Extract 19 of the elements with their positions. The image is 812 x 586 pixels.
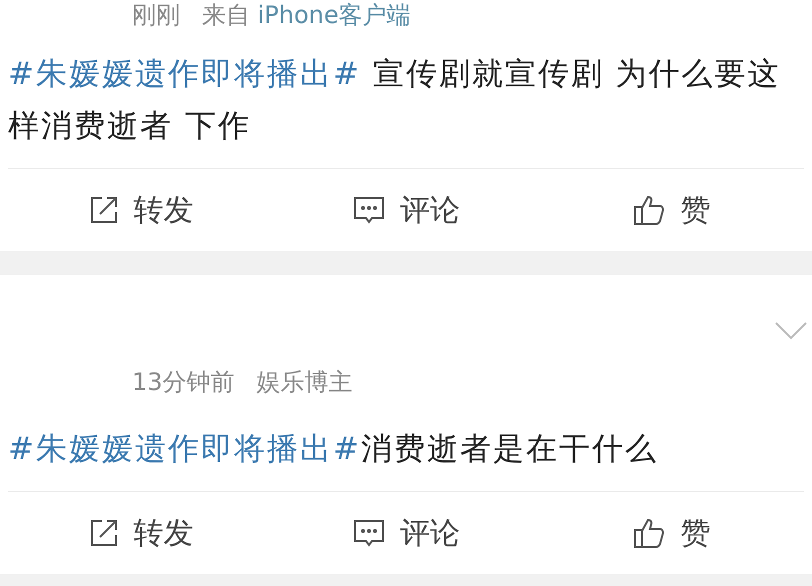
like-button[interactable]: 赞 xyxy=(624,184,718,236)
comment-icon xyxy=(352,195,386,225)
post-text: #朱媛媛遗作即将播出#消费逝者是在干什么 xyxy=(7,430,659,469)
comment-button[interactable]: 评论 xyxy=(344,184,468,236)
chevron-down-icon[interactable] xyxy=(774,321,808,341)
post-time: 刚刚 xyxy=(132,0,180,31)
post-text: #朱媛媛遗作即将播出# 宣传剧就宣传剧 为什么要这样消费逝者 下作 xyxy=(7,55,782,146)
repost-button[interactable]: 转发 xyxy=(80,506,202,560)
post-source: 娱乐博主 xyxy=(256,367,353,398)
post-time: 13分钟前 xyxy=(132,367,235,398)
post-source: 来自 iPhone客户端 xyxy=(202,0,411,31)
like-button[interactable]: 赞 xyxy=(624,506,718,560)
repost-button[interactable]: 转发 xyxy=(80,184,202,236)
comment-icon xyxy=(352,518,386,548)
thumbs-up-icon xyxy=(632,517,666,549)
comment-button[interactable]: 评论 xyxy=(344,506,468,560)
hashtag-link[interactable]: #朱媛媛遗作即将播出# xyxy=(8,56,361,92)
hashtag-link[interactable]: #朱媛媛遗作即将播出# xyxy=(8,431,361,467)
thumbs-up-icon xyxy=(632,194,666,226)
